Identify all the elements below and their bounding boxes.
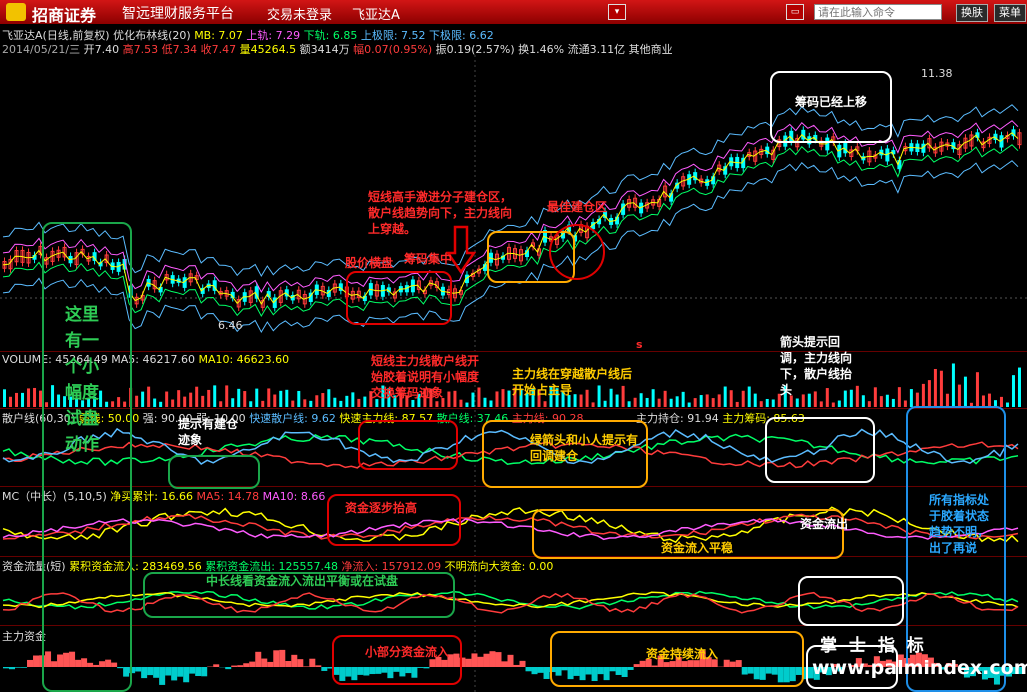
ann-fund-out: 资金流出	[800, 517, 849, 531]
window-menu-icon[interactable]: ▾	[608, 4, 626, 20]
ann-best-zone: 最佳建仓区	[547, 200, 608, 214]
mc-ma5: MA5: 14.78	[196, 490, 260, 503]
ann-sustained: 资金持续流入	[646, 647, 719, 661]
window-restore-icon[interactable]: ▭	[786, 4, 804, 20]
panel-divider	[0, 408, 1027, 409]
ann-small-test: 这里 有一 个小 幅度 试盘 动作	[65, 305, 99, 455]
pullback-box	[765, 417, 875, 483]
ann-fund-grow: 资金逐步抬高	[345, 501, 418, 515]
ann-build-tip: 提示有建仓 迹象	[178, 417, 239, 447]
price-low-label: 6.46	[218, 319, 243, 332]
main-hold: 主力持仓: 91.94	[636, 412, 719, 425]
watermark-url: www.palmindex.com	[812, 657, 1027, 679]
ann-long-balance: 中长线看资金流入流出平衡或在试盘	[206, 574, 399, 588]
ann-arrow-tip: 箭头提示回 调，主力线向 下，散户线抬 头	[780, 335, 853, 397]
consolidate-box	[346, 271, 452, 325]
command-input[interactable]	[814, 4, 942, 20]
small-flow-box	[332, 635, 462, 685]
ann-short-main: 短线主力线散户线开 始胶着说明有小幅度 交换筹码迹象	[371, 354, 480, 400]
volume-ma10: MA10: 46623.60	[198, 353, 290, 366]
mc-ma10: MA10: 8.66	[262, 490, 326, 503]
ann-all-indicators: 所有指标处 于胶着状态 趋势不明， 出了再说	[929, 493, 990, 555]
main-fund-title: 主力资金	[2, 630, 46, 643]
menu-button[interactable]: 菜单	[994, 4, 1026, 22]
panel-divider	[0, 351, 1027, 352]
ann-chips-up: 筹码已经上移	[795, 95, 868, 109]
best-zone-circle	[549, 224, 605, 280]
watermark-cn: 掌 士 指 标	[820, 636, 927, 656]
ann-small-flow: 小部分资金流入	[365, 645, 450, 659]
price-high-label: 11.38	[921, 67, 953, 80]
ann-green-arrow: 绿箭头和小人提示有 回调建仓	[530, 433, 639, 463]
scatter-tangle-box	[358, 420, 458, 470]
ann-consolidate: 股价横盘	[345, 256, 394, 270]
ann-marker-s: s	[636, 338, 643, 351]
build-signal-box	[168, 455, 260, 489]
ann-chip-gather: 筹码集中	[404, 252, 453, 266]
broker-logo-icon	[6, 3, 26, 21]
panel-divider	[0, 556, 1027, 557]
switch-skin-button[interactable]: 换肤	[956, 4, 988, 22]
trade-status-link[interactable]: 交易未登录	[267, 4, 332, 23]
ann-short-line: 短线高手激进分子建仓区， 散户线趋势向下，主力线向 上穿越。	[368, 190, 513, 236]
fund-out-box	[798, 576, 904, 626]
ann-main-cross: 主力线在穿越散户线后 开始占主导	[512, 367, 633, 397]
ann-fund-steady: 资金流入平稳	[661, 541, 734, 555]
fast-retail: 快速散户线: 9.62	[249, 412, 336, 425]
platform-name: 智远理财服务平台	[122, 6, 234, 22]
title-stock-name: 飞亚达A	[352, 8, 400, 23]
flow-unknown: 不明流向大资金: 0.00	[444, 560, 554, 573]
broker-name: 招商证券	[32, 6, 97, 25]
